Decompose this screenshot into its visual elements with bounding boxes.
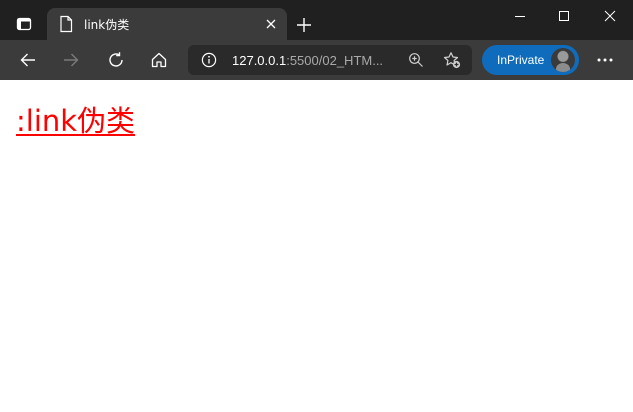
page-document-icon — [60, 15, 73, 33]
browser-toolbar: 127.0.0.1:5500/02_HTM... InPrivate — [0, 40, 633, 80]
tab-title: link伪类 — [84, 18, 130, 32]
window-close-button[interactable] — [587, 0, 633, 32]
add-favorite-icon[interactable] — [443, 51, 461, 69]
tab-actions-icon — [16, 17, 32, 31]
minimize-button[interactable] — [497, 0, 543, 32]
settings-more-button[interactable] — [592, 48, 618, 72]
browser-titlebar: link伪类 — [0, 0, 633, 40]
url-text[interactable]: 127.0.0.1:5500/02_HTM... — [232, 53, 383, 68]
back-arrow-icon — [20, 53, 35, 67]
maximize-button[interactable] — [541, 0, 587, 32]
address-bar[interactable]: 127.0.0.1:5500/02_HTM... — [188, 45, 472, 75]
link-pseudo-class-link[interactable]: :link伪类 — [16, 98, 135, 140]
browser-tab[interactable]: link伪类 — [47, 8, 287, 40]
refresh-icon — [109, 52, 123, 67]
forward-arrow-icon — [64, 53, 79, 67]
back-button[interactable] — [15, 48, 41, 72]
minimize-icon — [515, 16, 525, 17]
url-path: :5500/02_HTM... — [286, 53, 384, 68]
inprivate-profile-button[interactable]: InPrivate — [482, 45, 579, 75]
new-tab-icon[interactable] — [293, 14, 315, 36]
profile-avatar — [551, 48, 575, 72]
page-content: :link伪类 — [0, 80, 633, 412]
tab-actions-button[interactable] — [6, 6, 42, 42]
window-close-icon — [604, 10, 616, 22]
url-host: 127.0.0.1 — [232, 53, 287, 68]
home-button[interactable] — [146, 48, 172, 72]
maximize-icon — [559, 11, 569, 21]
forward-button[interactable] — [58, 48, 84, 72]
site-info-icon[interactable] — [201, 52, 217, 68]
home-icon — [151, 52, 167, 68]
inprivate-label: InPrivate — [497, 53, 545, 67]
tab-close-icon[interactable] — [264, 17, 278, 31]
zoom-in-icon[interactable] — [408, 52, 424, 68]
refresh-button[interactable] — [103, 48, 129, 72]
more-dots-icon — [597, 58, 613, 62]
